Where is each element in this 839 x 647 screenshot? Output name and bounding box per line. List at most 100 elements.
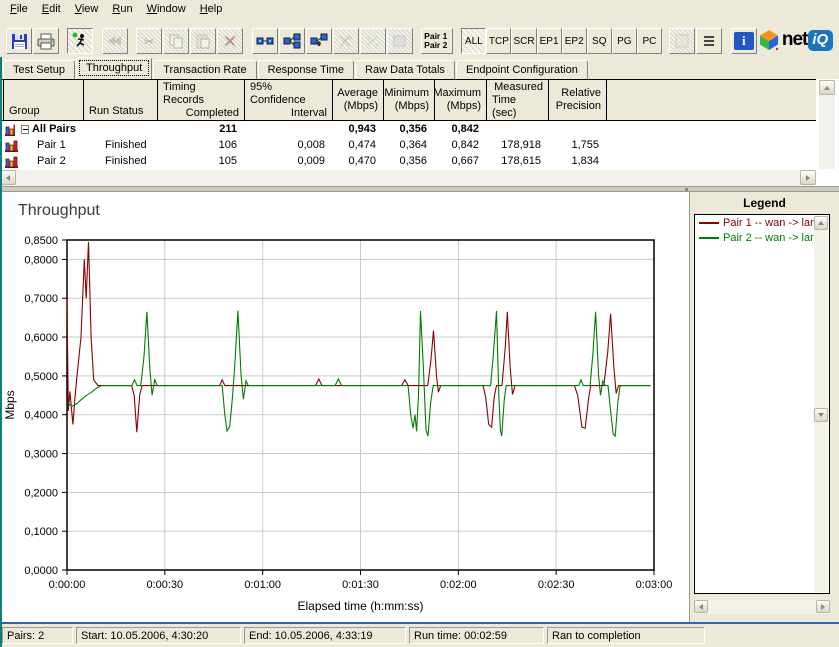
filter-button-sq[interactable]: SQ <box>587 28 612 54</box>
scroll-left-button[interactable] <box>694 600 708 613</box>
filter-button-pc[interactable]: PC <box>637 28 662 54</box>
legend-entry[interactable]: Pair 1 -- wan -> lan <box>695 215 829 230</box>
svg-text:0,6000: 0,6000 <box>24 332 58 344</box>
phone-pair-icon <box>310 33 328 49</box>
tab-throughput[interactable]: Throughput <box>76 57 152 79</box>
status-run-time: Run time: 00:02:59 <box>409 627 544 644</box>
scroll-down-button[interactable] <box>814 408 828 422</box>
column-header-confidence[interactable]: 95% ConfidenceInterval <box>245 80 333 120</box>
table-row-pair-2[interactable]: Pair 2 Finished 105 0,009 0,470 0,356 0,… <box>0 153 816 169</box>
pair-visibility-toggle-button[interactable]: Pair 1 Pair 2 <box>421 28 453 54</box>
svg-text:0,3000: 0,3000 <box>24 449 58 461</box>
run-icon <box>71 32 89 50</box>
collapse-toggle[interactable] <box>21 125 29 134</box>
tab-test-setup[interactable]: Test Setup <box>3 60 75 79</box>
add-multi-pair-button[interactable] <box>279 28 305 54</box>
filter-button-pg[interactable]: PG <box>612 28 637 54</box>
filter-button-scr[interactable]: SCR <box>511 28 536 54</box>
svg-text:0,7000: 0,7000 <box>24 293 58 305</box>
measured-time-cell: 178,918 <box>484 139 546 151</box>
logo-iq-text: iQ <box>808 30 833 51</box>
measured-time-cell: 178,615 <box>484 155 546 167</box>
column-header-measured-time[interactable]: MeasuredTime (sec) <box>487 80 549 120</box>
svg-text:0,4000: 0,4000 <box>24 410 58 422</box>
table-row-pair-1[interactable]: Pair 1 Finished 106 0,008 0,474 0,364 0,… <box>0 137 816 153</box>
average-cell: 0,474 <box>330 139 381 151</box>
status-start-time: Start: 10.05.2006, 4:30:20 <box>76 627 241 644</box>
filter-button-all[interactable]: ALL <box>461 28 486 54</box>
tab-raw-data-totals[interactable]: Raw Data Totals <box>355 60 455 79</box>
legend-vertical-scrollbar[interactable] <box>814 216 828 592</box>
legend-entry-label: Pair 2 -- wan -> lan <box>723 232 816 244</box>
add-voip-pair-button[interactable] <box>306 28 332 54</box>
svg-text:0,0000: 0,0000 <box>24 565 58 577</box>
minimum-cell: 0,356 <box>381 123 432 135</box>
run-status-cell: Finished <box>100 139 155 151</box>
column-header-relative-precision[interactable]: RelativePrecision <box>549 80 607 120</box>
status-pairs: Pairs: 2 <box>2 627 73 644</box>
svg-text:0:00:30: 0:00:30 <box>146 579 183 591</box>
chevron-right-icon <box>806 175 813 181</box>
disabled-pair-icon-2 <box>365 34 381 48</box>
menu-file[interactable]: File <box>3 1 35 18</box>
column-header-maximum[interactable]: Maximum(Mbps) <box>435 80 487 120</box>
legend-horizontal-scrollbar[interactable] <box>694 600 830 614</box>
status-end-time: End: 10.05.2006, 4:33:19 <box>244 627 406 644</box>
menu-view[interactable]: View <box>68 1 106 18</box>
scroll-right-button[interactable] <box>800 170 816 185</box>
add-pair-button[interactable] <box>252 28 278 54</box>
run-button[interactable] <box>67 28 93 54</box>
delete-x-icon <box>222 33 238 49</box>
confidence-cell: 0,008 <box>242 139 330 151</box>
save-button[interactable] <box>6 28 32 54</box>
table-horizontal-scrollbar[interactable] <box>0 170 816 186</box>
filter-button-ep1[interactable]: EP1 <box>537 28 562 54</box>
tab-bar: Test Setup Throughput Transaction Rate R… <box>0 57 839 79</box>
filter-button-ep2[interactable]: EP2 <box>562 28 587 54</box>
toolbar: ✂ Pair 1 Pair <box>0 20 839 57</box>
disabled-pair-tool-1 <box>333 28 359 54</box>
menu-run[interactable]: Run <box>105 1 139 18</box>
copy-button <box>163 28 189 54</box>
list-view-button[interactable] <box>696 28 722 54</box>
tab-response-time[interactable]: Response Time <box>258 60 354 79</box>
print-button[interactable] <box>33 28 59 54</box>
cut-button: ✂ <box>136 28 162 54</box>
menu-bar: File Edit View Run Window Help <box>0 0 839 20</box>
chart-pane: Throughput 0,85000,80000,70000,60000,500… <box>0 192 690 622</box>
chevron-left-icon <box>3 175 10 181</box>
print-icon <box>37 33 55 50</box>
svg-text:0,8000: 0,8000 <box>24 254 58 266</box>
help-info-button[interactable]: i <box>731 28 757 54</box>
group-label: Pair 1 <box>37 139 66 151</box>
scroll-left-button[interactable] <box>0 170 16 185</box>
scroll-right-button[interactable] <box>816 600 830 613</box>
scroll-up-button[interactable] <box>814 216 828 230</box>
column-header-average[interactable]: Average(Mbps) <box>333 80 384 120</box>
column-header-run-status[interactable]: Run Status <box>84 80 158 120</box>
column-header-group[interactable]: Group <box>3 80 84 120</box>
svg-text:Elapsed time (h:mm:ss): Elapsed time (h:mm:ss) <box>297 599 423 613</box>
column-header-minimum[interactable]: Minimum(Mbps) <box>384 80 435 120</box>
scroll-up-button[interactable] <box>819 80 835 95</box>
menu-help[interactable]: Help <box>193 1 230 18</box>
svg-text:0:00:00: 0:00:00 <box>49 579 86 591</box>
tab-endpoint-configuration[interactable]: Endpoint Configuration <box>456 60 588 79</box>
disabled-pair-icon-3 <box>392 34 408 48</box>
maximum-cell: 0,842 <box>432 123 484 135</box>
tab-transaction-rate[interactable]: Transaction Rate <box>153 60 256 79</box>
report-view-button <box>669 28 695 54</box>
status-run-result: Ran to completion <box>547 627 705 644</box>
chevron-down-icon <box>818 413 824 420</box>
table-vertical-scrollbar[interactable] <box>819 80 835 169</box>
filter-button-tcp[interactable]: TCP <box>486 28 511 54</box>
legend-entry[interactable]: Pair 2 -- wan -> lan <box>695 230 829 245</box>
netiq-logo: net iQ <box>758 26 835 54</box>
timing-records-cell: 106 <box>155 139 242 151</box>
menu-edit[interactable]: Edit <box>35 1 68 18</box>
legend-title: Legend <box>690 192 839 210</box>
column-header-timing-records[interactable]: Timing RecordsCompleted <box>158 80 245 120</box>
rewind-icon <box>107 35 123 47</box>
table-row-all-pairs[interactable]: All Pairs 211 0,943 0,356 0,842 <box>0 121 816 137</box>
menu-window[interactable]: Window <box>140 1 193 18</box>
